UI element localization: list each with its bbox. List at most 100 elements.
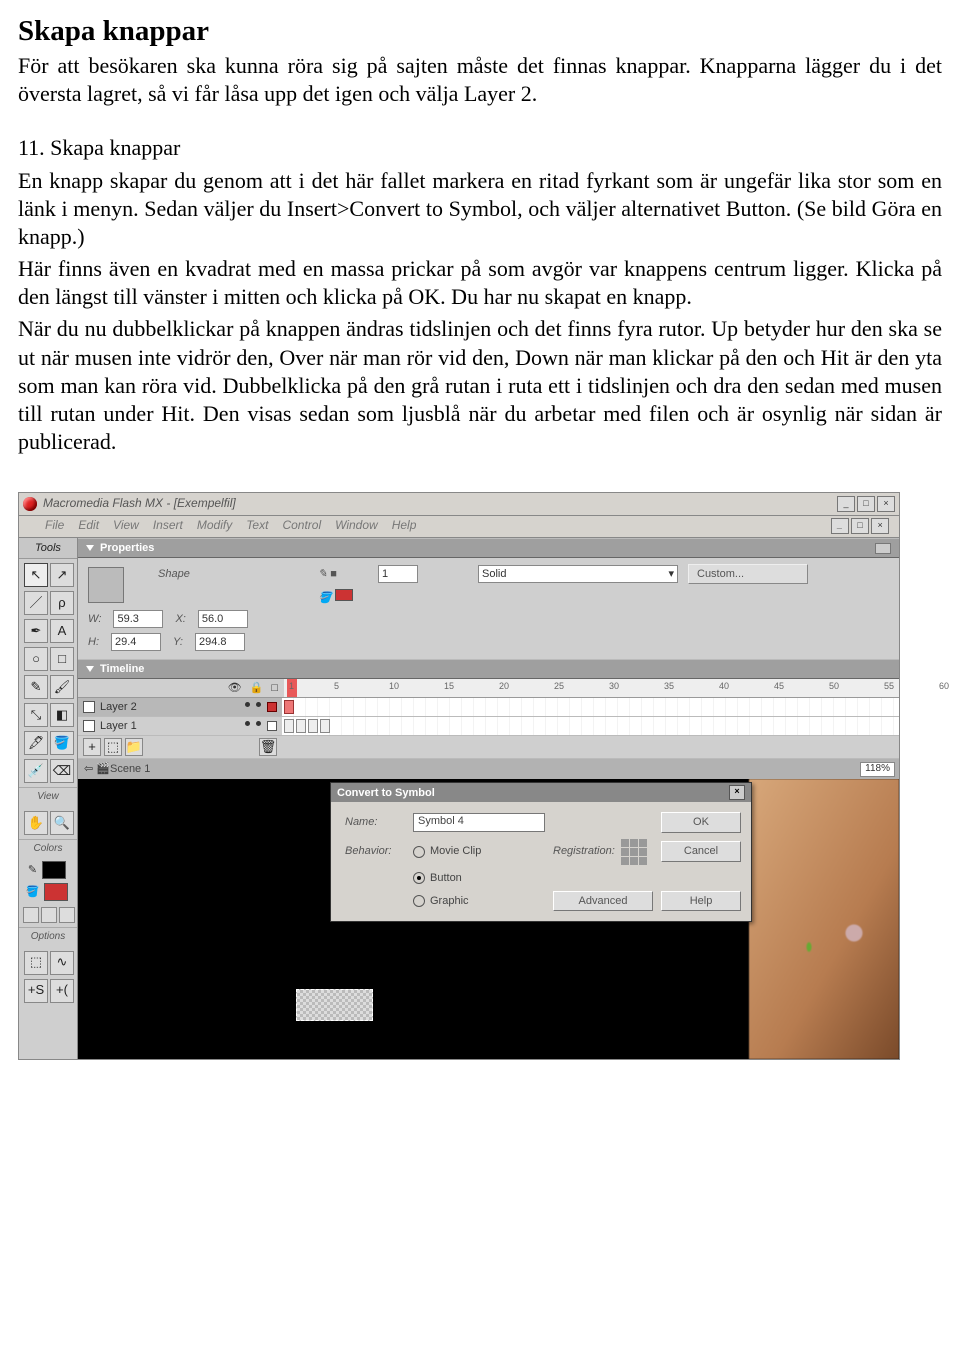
registration-grid[interactable] bbox=[621, 839, 647, 865]
layer-page-icon bbox=[83, 701, 95, 713]
doc-para-2: 11. Skapa knappar bbox=[18, 134, 942, 162]
minimize-button[interactable]: _ bbox=[837, 496, 855, 512]
collapse-icon bbox=[86, 666, 94, 672]
zoom-tool-icon[interactable]: 🔍 bbox=[50, 811, 74, 835]
bucket-fill-icon: 🪣 bbox=[26, 885, 40, 899]
keyframe-icon[interactable] bbox=[296, 719, 306, 733]
straighten-option-icon[interactable]: +S bbox=[24, 979, 48, 1003]
name-label: Name: bbox=[345, 815, 405, 829]
doc-maximize-button[interactable]: □ bbox=[851, 518, 869, 534]
lock-icon[interactable]: 🔒 bbox=[250, 681, 264, 695]
menu-edit[interactable]: Edit bbox=[78, 518, 99, 534]
add-folder-icon[interactable]: 📁 bbox=[125, 738, 143, 756]
x-field[interactable]: 56.0 bbox=[198, 610, 248, 628]
line-tool-icon[interactable]: ／ bbox=[24, 591, 48, 615]
smooth-option-icon[interactable]: ∿ bbox=[50, 951, 74, 975]
brush-tool-icon[interactable]: 🖌 bbox=[50, 675, 74, 699]
close-button[interactable]: × bbox=[877, 496, 895, 512]
menu-text[interactable]: Text bbox=[246, 518, 268, 534]
keyframe-icon[interactable] bbox=[284, 700, 294, 714]
doc-minimize-button[interactable]: _ bbox=[831, 518, 849, 534]
lasso-tool-icon[interactable]: ρ bbox=[50, 591, 74, 615]
scene-icon: 🎬 bbox=[96, 762, 110, 776]
text-tool-icon[interactable]: A bbox=[50, 619, 74, 643]
app-title: Macromedia Flash MX - [Exempelfil] bbox=[43, 496, 236, 511]
zoom-field[interactable]: 118% bbox=[860, 762, 895, 777]
keyframe-icon[interactable] bbox=[284, 719, 294, 733]
subselect-tool-icon[interactable]: ↗ bbox=[50, 563, 74, 587]
dialog-close-icon[interactable]: × bbox=[729, 785, 745, 800]
panel-menu-icon[interactable] bbox=[875, 543, 891, 554]
help-button[interactable]: Help bbox=[661, 891, 741, 911]
selected-shape[interactable] bbox=[296, 989, 373, 1021]
graphic-radio[interactable]: Graphic bbox=[413, 894, 545, 908]
transform-tool-icon[interactable]: ⤡ bbox=[24, 703, 48, 727]
pen-tool-icon[interactable]: ✒ bbox=[24, 619, 48, 643]
layer-2-frames[interactable] bbox=[282, 698, 899, 716]
symbol-name-field[interactable]: Symbol 4 bbox=[413, 813, 545, 832]
back-icon[interactable]: ⇦ bbox=[84, 762, 93, 776]
y-field[interactable]: 294.8 bbox=[195, 633, 245, 651]
ok-button[interactable]: OK bbox=[661, 812, 741, 832]
menu-window[interactable]: Window bbox=[335, 518, 378, 534]
layer-1-frames[interactable] bbox=[282, 717, 899, 735]
doc-heading: Skapa knappar bbox=[18, 13, 942, 50]
cancel-button[interactable]: Cancel bbox=[661, 841, 741, 861]
eye-icon[interactable]: 👁 bbox=[228, 681, 242, 695]
stroke-style-select[interactable]: Solid▾ bbox=[478, 565, 678, 583]
no-color-icon[interactable] bbox=[41, 907, 57, 923]
arrow-tool-icon[interactable]: ↖ bbox=[24, 563, 48, 587]
stroke-width-field[interactable]: 1 bbox=[378, 565, 418, 583]
eraser-tool-icon[interactable]: ⌫ bbox=[50, 759, 74, 783]
dialog-title-bar[interactable]: Convert to Symbol × bbox=[331, 783, 751, 802]
add-layer-icon[interactable]: + bbox=[83, 738, 101, 756]
swap-colors-icon[interactable] bbox=[59, 907, 75, 923]
timeline-header[interactable]: Timeline bbox=[78, 659, 899, 679]
menu-file[interactable]: File bbox=[45, 518, 64, 534]
doc-close-button[interactable]: × bbox=[871, 518, 889, 534]
advanced-button[interactable]: Advanced bbox=[553, 891, 653, 911]
oval-tool-icon[interactable]: ○ bbox=[24, 647, 48, 671]
pencil-tool-icon[interactable]: ✎ bbox=[24, 675, 48, 699]
add-guide-icon[interactable]: ⬚ bbox=[104, 738, 122, 756]
keyframe-icon[interactable] bbox=[320, 719, 330, 733]
custom-button[interactable]: Custom... bbox=[688, 564, 808, 584]
frame-ruler[interactable]: 1 5 10 15 20 25 30 35 40 45 50 55 60 65 bbox=[284, 679, 899, 697]
movieclip-radio[interactable]: Movie Clip bbox=[413, 844, 545, 858]
fill-transform-tool-icon[interactable]: ◧ bbox=[50, 703, 74, 727]
layer-2-row[interactable]: Layer 2 bbox=[78, 698, 282, 716]
outline-icon[interactable]: □ bbox=[271, 681, 278, 695]
properties-header[interactable]: Properties bbox=[78, 538, 899, 558]
collapse-icon bbox=[86, 545, 94, 551]
menu-help[interactable]: Help bbox=[392, 518, 417, 534]
height-field[interactable]: 29.4 bbox=[111, 633, 161, 651]
timeline-label: Timeline bbox=[100, 662, 144, 676]
stroke-color-swatch[interactable] bbox=[42, 861, 66, 879]
layer-2-name: Layer 2 bbox=[100, 700, 137, 714]
ink-tool-icon[interactable]: 🖋 bbox=[24, 731, 48, 755]
fill-color-swatch[interactable] bbox=[44, 883, 68, 901]
button-radio[interactable]: Button bbox=[413, 871, 545, 885]
colors-label: Colors bbox=[19, 839, 77, 859]
hand-tool-icon[interactable]: ✋ bbox=[24, 811, 48, 835]
registration-label: Registration: bbox=[553, 844, 615, 858]
default-colors-icon[interactable] bbox=[23, 907, 39, 923]
menu-insert[interactable]: Insert bbox=[153, 518, 183, 534]
snap-option-icon[interactable]: ⬚ bbox=[24, 951, 48, 975]
options-label: Options bbox=[19, 927, 77, 947]
scene-label[interactable]: Scene 1 bbox=[110, 762, 150, 776]
menu-modify[interactable]: Modify bbox=[197, 518, 232, 534]
rect-tool-icon[interactable]: □ bbox=[50, 647, 74, 671]
eyedropper-tool-icon[interactable]: 💉 bbox=[24, 759, 48, 783]
layer-1-row[interactable]: Layer 1 bbox=[78, 717, 282, 735]
layer-1-name: Layer 1 bbox=[100, 719, 137, 733]
keyframe-icon[interactable] bbox=[308, 719, 318, 733]
rotate-option-icon[interactable]: +( bbox=[50, 979, 74, 1003]
delete-layer-icon[interactable]: 🗑 bbox=[259, 738, 277, 756]
menu-control[interactable]: Control bbox=[282, 518, 321, 534]
menu-view[interactable]: View bbox=[113, 518, 139, 534]
width-field[interactable]: 59.3 bbox=[113, 610, 163, 628]
app-screenshot: Macromedia Flash MX - [Exempelfil] _ □ ×… bbox=[18, 492, 900, 1060]
bucket-tool-icon[interactable]: 🪣 bbox=[50, 731, 74, 755]
maximize-button[interactable]: □ bbox=[857, 496, 875, 512]
